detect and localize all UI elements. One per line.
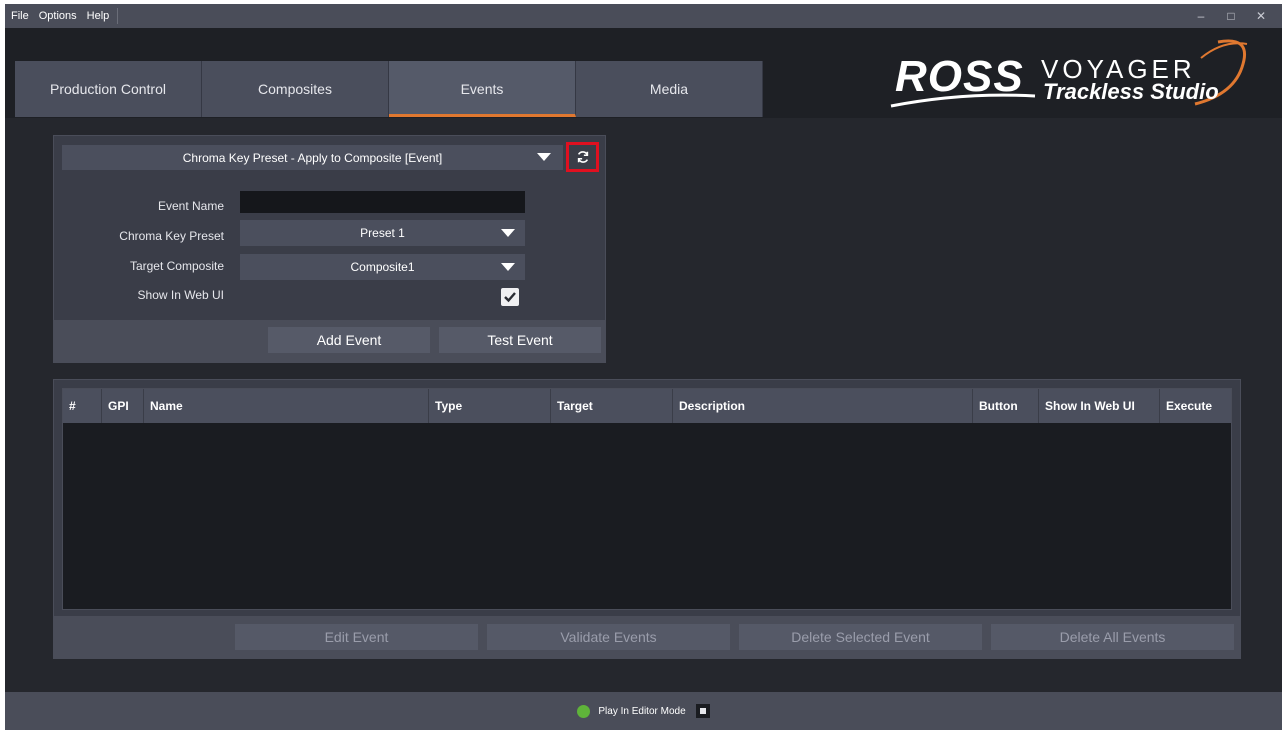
tab-production-control[interactable]: Production Control — [15, 61, 202, 117]
delete-selected-event-button[interactable]: Delete Selected Event — [739, 624, 982, 650]
show-in-web-ui-checkbox[interactable] — [501, 288, 519, 306]
tab-events[interactable]: Events — [389, 61, 576, 117]
target-composite-label: Target Composite — [129, 259, 224, 273]
column-type[interactable]: Type — [428, 389, 550, 423]
stop-button[interactable] — [695, 704, 710, 718]
chevron-down-icon — [537, 153, 551, 161]
status-indicator-icon — [577, 704, 591, 718]
test-event-button[interactable]: Test Event — [439, 327, 601, 353]
show-in-web-ui-label: Show In Web UI — [137, 288, 224, 302]
stop-icon — [699, 708, 706, 714]
menu-options[interactable]: Options — [35, 10, 81, 22]
status-text: Play In Editor Mode — [598, 705, 686, 717]
editor-actions: Add Event Test Event — [54, 320, 605, 362]
header: Production Control Composites Events Med… — [5, 28, 1282, 118]
refresh-button[interactable] — [566, 142, 599, 172]
tab-media[interactable]: Media — [576, 61, 763, 117]
validate-events-button[interactable]: Validate Events — [487, 624, 730, 650]
table-actions: Edit Event Validate Events Delete Select… — [54, 616, 1240, 658]
window-controls: – □ ✕ — [1186, 4, 1276, 28]
events-table-panel: # GPI Name Type Target Description Butto… — [53, 379, 1241, 659]
column-button[interactable]: Button — [972, 389, 1038, 423]
event-name-label: Event Name — [157, 199, 224, 213]
delete-all-events-button[interactable]: Delete All Events — [991, 624, 1234, 650]
checkmark-icon — [504, 292, 516, 303]
column-description[interactable]: Description — [672, 389, 972, 423]
edit-event-button[interactable]: Edit Event — [235, 624, 478, 650]
logo-brand: ROSS — [895, 52, 1024, 101]
minimize-button[interactable]: – — [1186, 9, 1216, 23]
chevron-down-icon — [501, 263, 515, 271]
chroma-key-preset-value: Preset 1 — [360, 226, 405, 240]
events-table: # GPI Name Type Target Description Butto… — [62, 388, 1232, 610]
table-header: # GPI Name Type Target Description Butto… — [63, 389, 1231, 423]
column-target[interactable]: Target — [550, 389, 672, 423]
menu-help[interactable]: Help — [83, 10, 114, 22]
close-button[interactable]: ✕ — [1246, 9, 1276, 23]
chroma-key-preset-dropdown[interactable]: Preset 1 — [240, 220, 525, 246]
target-composite-dropdown[interactable]: Composite1 — [240, 254, 525, 280]
logo-subtitle: Trackless Studio — [1043, 79, 1219, 104]
tab-composites[interactable]: Composites — [202, 61, 389, 117]
column-number[interactable]: # — [63, 389, 101, 423]
event-name-input[interactable] — [240, 191, 525, 213]
event-type-dropdown[interactable]: Chroma Key Preset - Apply to Composite [… — [62, 145, 563, 170]
column-gpi[interactable]: GPI — [101, 389, 143, 423]
status-bar: Play In Editor Mode — [5, 692, 1282, 730]
refresh-icon — [577, 151, 588, 163]
menu-bar: File Options Help – □ ✕ — [5, 4, 1282, 28]
column-name[interactable]: Name — [143, 389, 428, 423]
chevron-down-icon — [501, 229, 515, 237]
event-editor-panel: Chroma Key Preset - Apply to Composite [… — [53, 135, 606, 363]
menu-divider — [117, 8, 119, 24]
add-event-button[interactable]: Add Event — [268, 327, 430, 353]
ross-voyager-logo: ROSS VOYAGER Trackless Studio — [883, 34, 1253, 114]
maximize-button[interactable]: □ — [1216, 9, 1246, 23]
main-tabs: Production Control Composites Events Med… — [15, 61, 763, 117]
chroma-key-preset-label: Chroma Key Preset — [119, 229, 224, 243]
column-show-in-web-ui[interactable]: Show In Web UI — [1038, 389, 1159, 423]
event-type-value: Chroma Key Preset - Apply to Composite [… — [182, 150, 443, 165]
column-execute[interactable]: Execute — [1159, 389, 1233, 423]
app-window: File Options Help – □ ✕ Production Contr… — [5, 4, 1282, 730]
target-composite-value: Composite1 — [350, 260, 415, 274]
menu-file[interactable]: File — [7, 10, 33, 22]
